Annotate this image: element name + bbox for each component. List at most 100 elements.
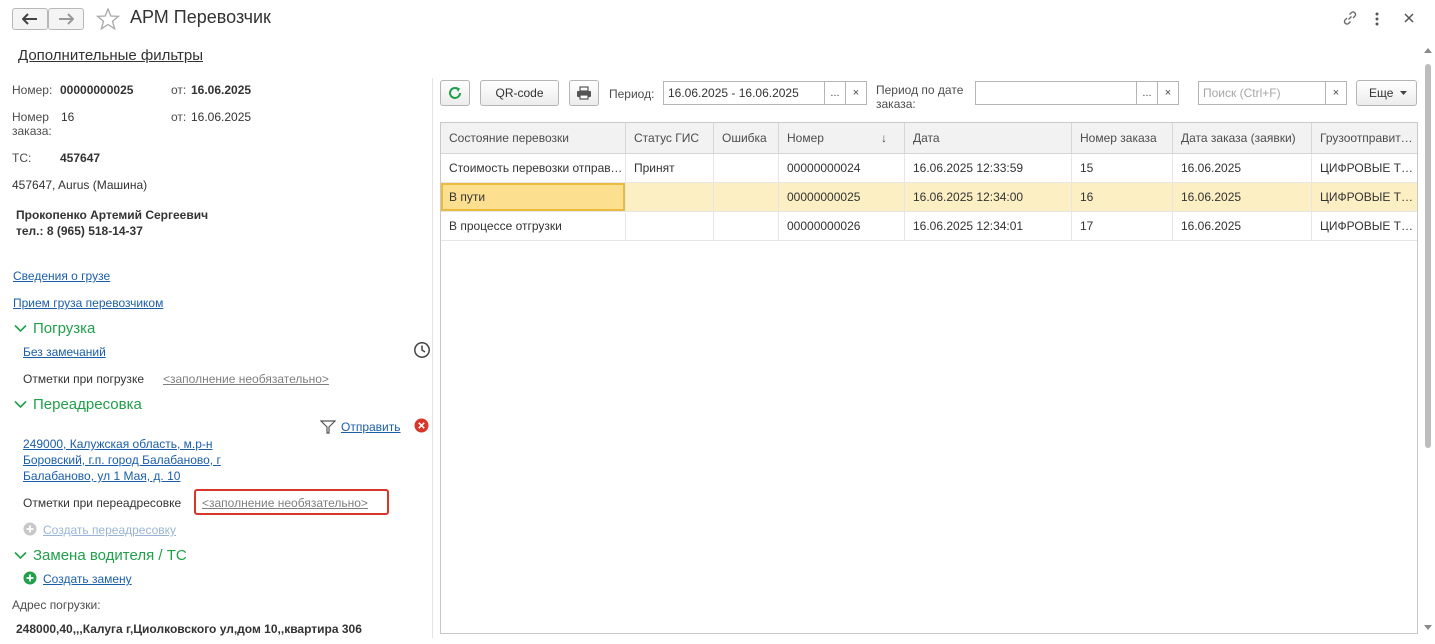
table-cell <box>714 183 779 211</box>
table-cell: 16.06.2025 <box>1181 219 1242 233</box>
period-input[interactable]: 16.06.2025 - 16.06.2025 <box>663 81 825 105</box>
additional-filters-link[interactable]: Дополнительные фильтры <box>18 47 203 64</box>
refresh-icon <box>449 87 461 99</box>
column-header-label: Номер <box>787 131 824 145</box>
cargo-info-link[interactable]: Сведения о грузе <box>13 269 110 283</box>
loading-notes-field[interactable]: <заполнение необязательно> <box>163 372 329 386</box>
table-cell: 00000000025 <box>787 190 861 204</box>
table-cell: Стоимость перевозки отправлена <box>449 161 626 175</box>
shipments-table[interactable]: Состояние перевозки Статус ГИС Ошибка Но… <box>440 122 1418 634</box>
plus-circle-icon <box>23 571 37 585</box>
table-cell: 15 <box>1080 161 1094 175</box>
clock-icon[interactable] <box>413 341 431 359</box>
vertical-dots-icon[interactable] <box>1374 11 1380 27</box>
chevron-down-icon <box>14 400 27 409</box>
vertical-scrollbar[interactable] <box>1423 40 1433 640</box>
table-cell: 16.06.2025 <box>1181 190 1242 204</box>
redirect-section-header[interactable]: Переадресовка <box>14 396 142 413</box>
order-period-clear-button[interactable]: × <box>1157 81 1179 105</box>
order-from-label: от: <box>171 110 187 124</box>
forward-button[interactable] <box>48 8 84 30</box>
period-clear-button[interactable]: × <box>845 81 867 105</box>
column-separator <box>904 154 905 241</box>
sort-arrow-icon: ↓ <box>881 131 887 145</box>
table-cell <box>714 154 779 182</box>
search-clear-button[interactable]: × <box>1325 81 1347 105</box>
from-label: от: <box>171 83 187 97</box>
qr-code-button[interactable]: QR-code <box>480 80 559 106</box>
scrollbar-thumb[interactable] <box>1425 64 1431 448</box>
search-input[interactable]: Поиск (Ctrl+F) <box>1198 81 1326 105</box>
table-cell: 17 <box>1080 219 1094 233</box>
redirect-address-line-2[interactable]: Боровский, г.п. город Балабаново, г <box>23 453 221 467</box>
table-row[interactable]: Стоимость перевозки отправлена Принят 00… <box>441 154 1417 183</box>
column-header[interactable]: Номер заказа <box>1072 123 1173 153</box>
driver-change-section-header[interactable]: Замена водителя / ТС <box>14 547 187 564</box>
star-icon[interactable] <box>96 8 120 30</box>
table-cell: Принят <box>634 161 675 175</box>
column-separator <box>1071 154 1072 241</box>
order-period-label-line2: заказа: <box>876 97 916 111</box>
table-cell: 00000000026 <box>787 219 861 233</box>
column-header[interactable]: Дата заказа (заявки) <box>1173 123 1312 153</box>
column-separator <box>1311 154 1312 241</box>
table-row[interactable]: В процессе отгрузки 00000000026 16.06.20… <box>441 212 1417 241</box>
date-value: 16.06.2025 <box>191 83 252 97</box>
send-redirect-link[interactable]: Отправить <box>341 420 401 434</box>
table-cell: ЦИФРОВЫЕ ТЕХНОЛОГИИ <box>1320 161 1418 175</box>
chevron-down-icon <box>14 324 27 333</box>
loading-section-header[interactable]: Погрузка <box>14 320 95 337</box>
column-header[interactable]: Номер ↓ <box>779 123 905 153</box>
close-icon[interactable] <box>1404 13 1414 23</box>
delete-icon[interactable] <box>414 418 429 433</box>
more-button-label: Еще <box>1369 86 1394 100</box>
arrow-left-icon <box>22 13 37 25</box>
table-cell: 16.06.2025 12:34:00 <box>913 190 1024 204</box>
column-header[interactable]: Ошибка <box>714 123 779 153</box>
order-period-label: Период по дате заказа: <box>876 83 963 111</box>
scroll-up-icon[interactable] <box>1424 48 1432 53</box>
panel-divider <box>432 78 433 638</box>
column-separator <box>778 154 779 241</box>
redirect-address-line-3[interactable]: Балабаново, ул 1 Мая, д. 10 <box>23 469 180 483</box>
column-header[interactable]: Дата <box>905 123 1072 153</box>
column-header[interactable]: Состояние перевозки <box>441 123 626 153</box>
order-number-value: 16 <box>61 110 75 124</box>
redirect-notes-field[interactable]: <заполнение необязательно> <box>202 496 368 510</box>
vehicle-label: ТС: <box>12 151 32 165</box>
order-number-label: Номер заказа: <box>12 110 52 138</box>
vehicle-value: 457647 <box>60 151 101 165</box>
back-button[interactable] <box>12 8 48 30</box>
table-cell: 00000000024 <box>787 161 861 175</box>
order-period-label-line1: Период по дате <box>876 83 964 97</box>
loading-address-label: Адрес погрузки: <box>12 598 101 612</box>
column-header[interactable]: Статус ГИС <box>626 123 714 153</box>
plus-circle-icon <box>23 522 37 536</box>
table-cell <box>714 212 779 240</box>
redirect-address-line-1[interactable]: 249000, Калужская область, м.р-н <box>23 437 213 451</box>
loading-status-link[interactable]: Без замечаний <box>23 345 106 359</box>
table-cell: 16 <box>1080 190 1094 204</box>
column-separator <box>1172 154 1173 241</box>
create-redirect-link[interactable]: Создать переадресовку <box>43 523 176 537</box>
number-value: 00000000025 <box>60 83 134 97</box>
order-period-input[interactable] <box>975 81 1137 105</box>
arrow-right-icon <box>59 13 74 25</box>
create-driver-change-link[interactable]: Создать замену <box>43 572 132 586</box>
refresh-button[interactable] <box>440 80 470 106</box>
column-header[interactable]: Грузоотправитель <box>1312 123 1417 153</box>
link-icon[interactable] <box>1342 10 1358 26</box>
scroll-down-icon[interactable] <box>1424 625 1432 630</box>
print-button[interactable] <box>569 80 599 106</box>
order-period-select-button[interactable]: ... <box>1136 81 1158 105</box>
period-select-button[interactable]: ... <box>824 81 846 105</box>
table-cell: 16.06.2025 12:34:01 <box>913 219 1024 233</box>
cargo-accept-link[interactable]: Прием груза перевозчиком <box>13 296 163 310</box>
more-button[interactable]: Еще <box>1356 80 1417 106</box>
table-cell: В процессе отгрузки <box>449 219 562 233</box>
table-row-selected[interactable]: В пути 00000000025 16.06.2025 12:34:00 1… <box>441 183 1417 212</box>
driver-phone: тел.: 8 (965) 518-14-37 <box>16 224 143 238</box>
table-cell: 16.06.2025 12:33:59 <box>913 161 1024 175</box>
chevron-down-icon <box>14 551 27 560</box>
table-cell-current: В пути <box>441 183 625 211</box>
